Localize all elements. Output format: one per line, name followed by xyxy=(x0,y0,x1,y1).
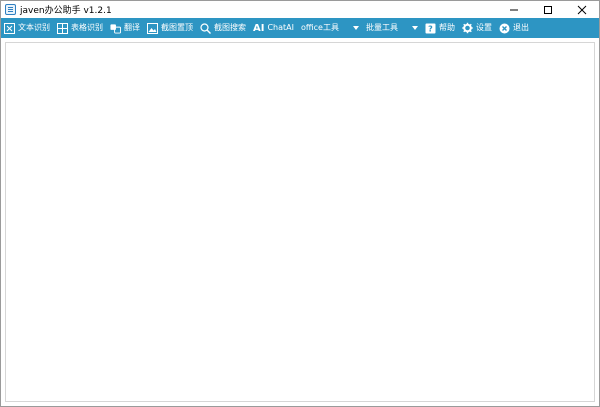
text-recognition-button[interactable]: 文本识别 xyxy=(4,18,50,38)
help-label: 帮助 xyxy=(438,23,455,32)
batch-tools-label: 批量工具 xyxy=(365,23,398,32)
gear-icon xyxy=(462,22,473,34)
translate-label: 翻译 xyxy=(124,23,140,32)
text-recognition-icon xyxy=(4,22,15,34)
translate-icon xyxy=(110,23,121,34)
chatai-button[interactable]: AI ChatAI xyxy=(253,18,294,38)
app-window: javen办公助手 v1.2.1 文本识别 表格识别 翻译 截图置顶 截图搜索 … xyxy=(0,0,600,407)
title-bar: javen办公助手 v1.2.1 xyxy=(1,1,599,18)
close-circle-icon xyxy=(499,23,510,34)
window-title: javen办公助手 v1.2.1 xyxy=(20,6,112,16)
app-logo-icon xyxy=(5,4,16,15)
help-icon: ? xyxy=(425,23,436,34)
settings-button[interactable]: 设置 xyxy=(462,18,492,38)
table-recognition-label: 表格识别 xyxy=(71,23,103,32)
batch-tools-dropdown[interactable]: 批量工具 xyxy=(366,18,418,38)
settings-label: 设置 xyxy=(475,23,492,32)
window-controls xyxy=(497,1,599,18)
screenshot-pin-button[interactable]: 截图置顶 xyxy=(147,18,193,38)
chevron-down-icon xyxy=(411,26,418,30)
exit-button[interactable]: 退出 xyxy=(499,18,529,38)
chatai-label: ChatAI xyxy=(267,23,294,32)
main-toolbar: 文本识别 表格识别 翻译 截图置顶 截图搜索 AI ChatAI office工… xyxy=(1,18,599,38)
search-icon xyxy=(200,22,211,34)
chevron-down-icon xyxy=(352,26,359,30)
screenshot-search-label: 截图搜索 xyxy=(214,23,246,32)
exit-label: 退出 xyxy=(512,23,529,32)
table-recognition-button[interactable]: 表格识别 xyxy=(57,18,103,38)
close-button[interactable] xyxy=(565,1,599,18)
table-recognition-icon xyxy=(57,22,68,34)
maximize-button[interactable] xyxy=(531,1,565,18)
close-icon xyxy=(577,5,587,14)
text-recognition-label: 文本识别 xyxy=(18,23,50,32)
main-content-area[interactable] xyxy=(5,42,595,402)
office-tools-label: office工具 xyxy=(301,23,339,32)
maximize-icon xyxy=(544,5,552,14)
minimize-icon xyxy=(510,9,518,10)
screenshot-search-button[interactable]: 截图搜索 xyxy=(200,18,246,38)
help-button[interactable]: ? 帮助 xyxy=(425,18,455,38)
translate-button[interactable]: 翻译 xyxy=(110,18,140,38)
screenshot-pin-icon xyxy=(147,22,158,34)
svg-text:?: ? xyxy=(428,24,433,33)
screenshot-pin-label: 截图置顶 xyxy=(161,23,193,32)
minimize-button[interactable] xyxy=(497,1,531,18)
office-tools-dropdown[interactable]: office工具 xyxy=(301,18,359,38)
ai-icon: AI xyxy=(253,22,265,34)
